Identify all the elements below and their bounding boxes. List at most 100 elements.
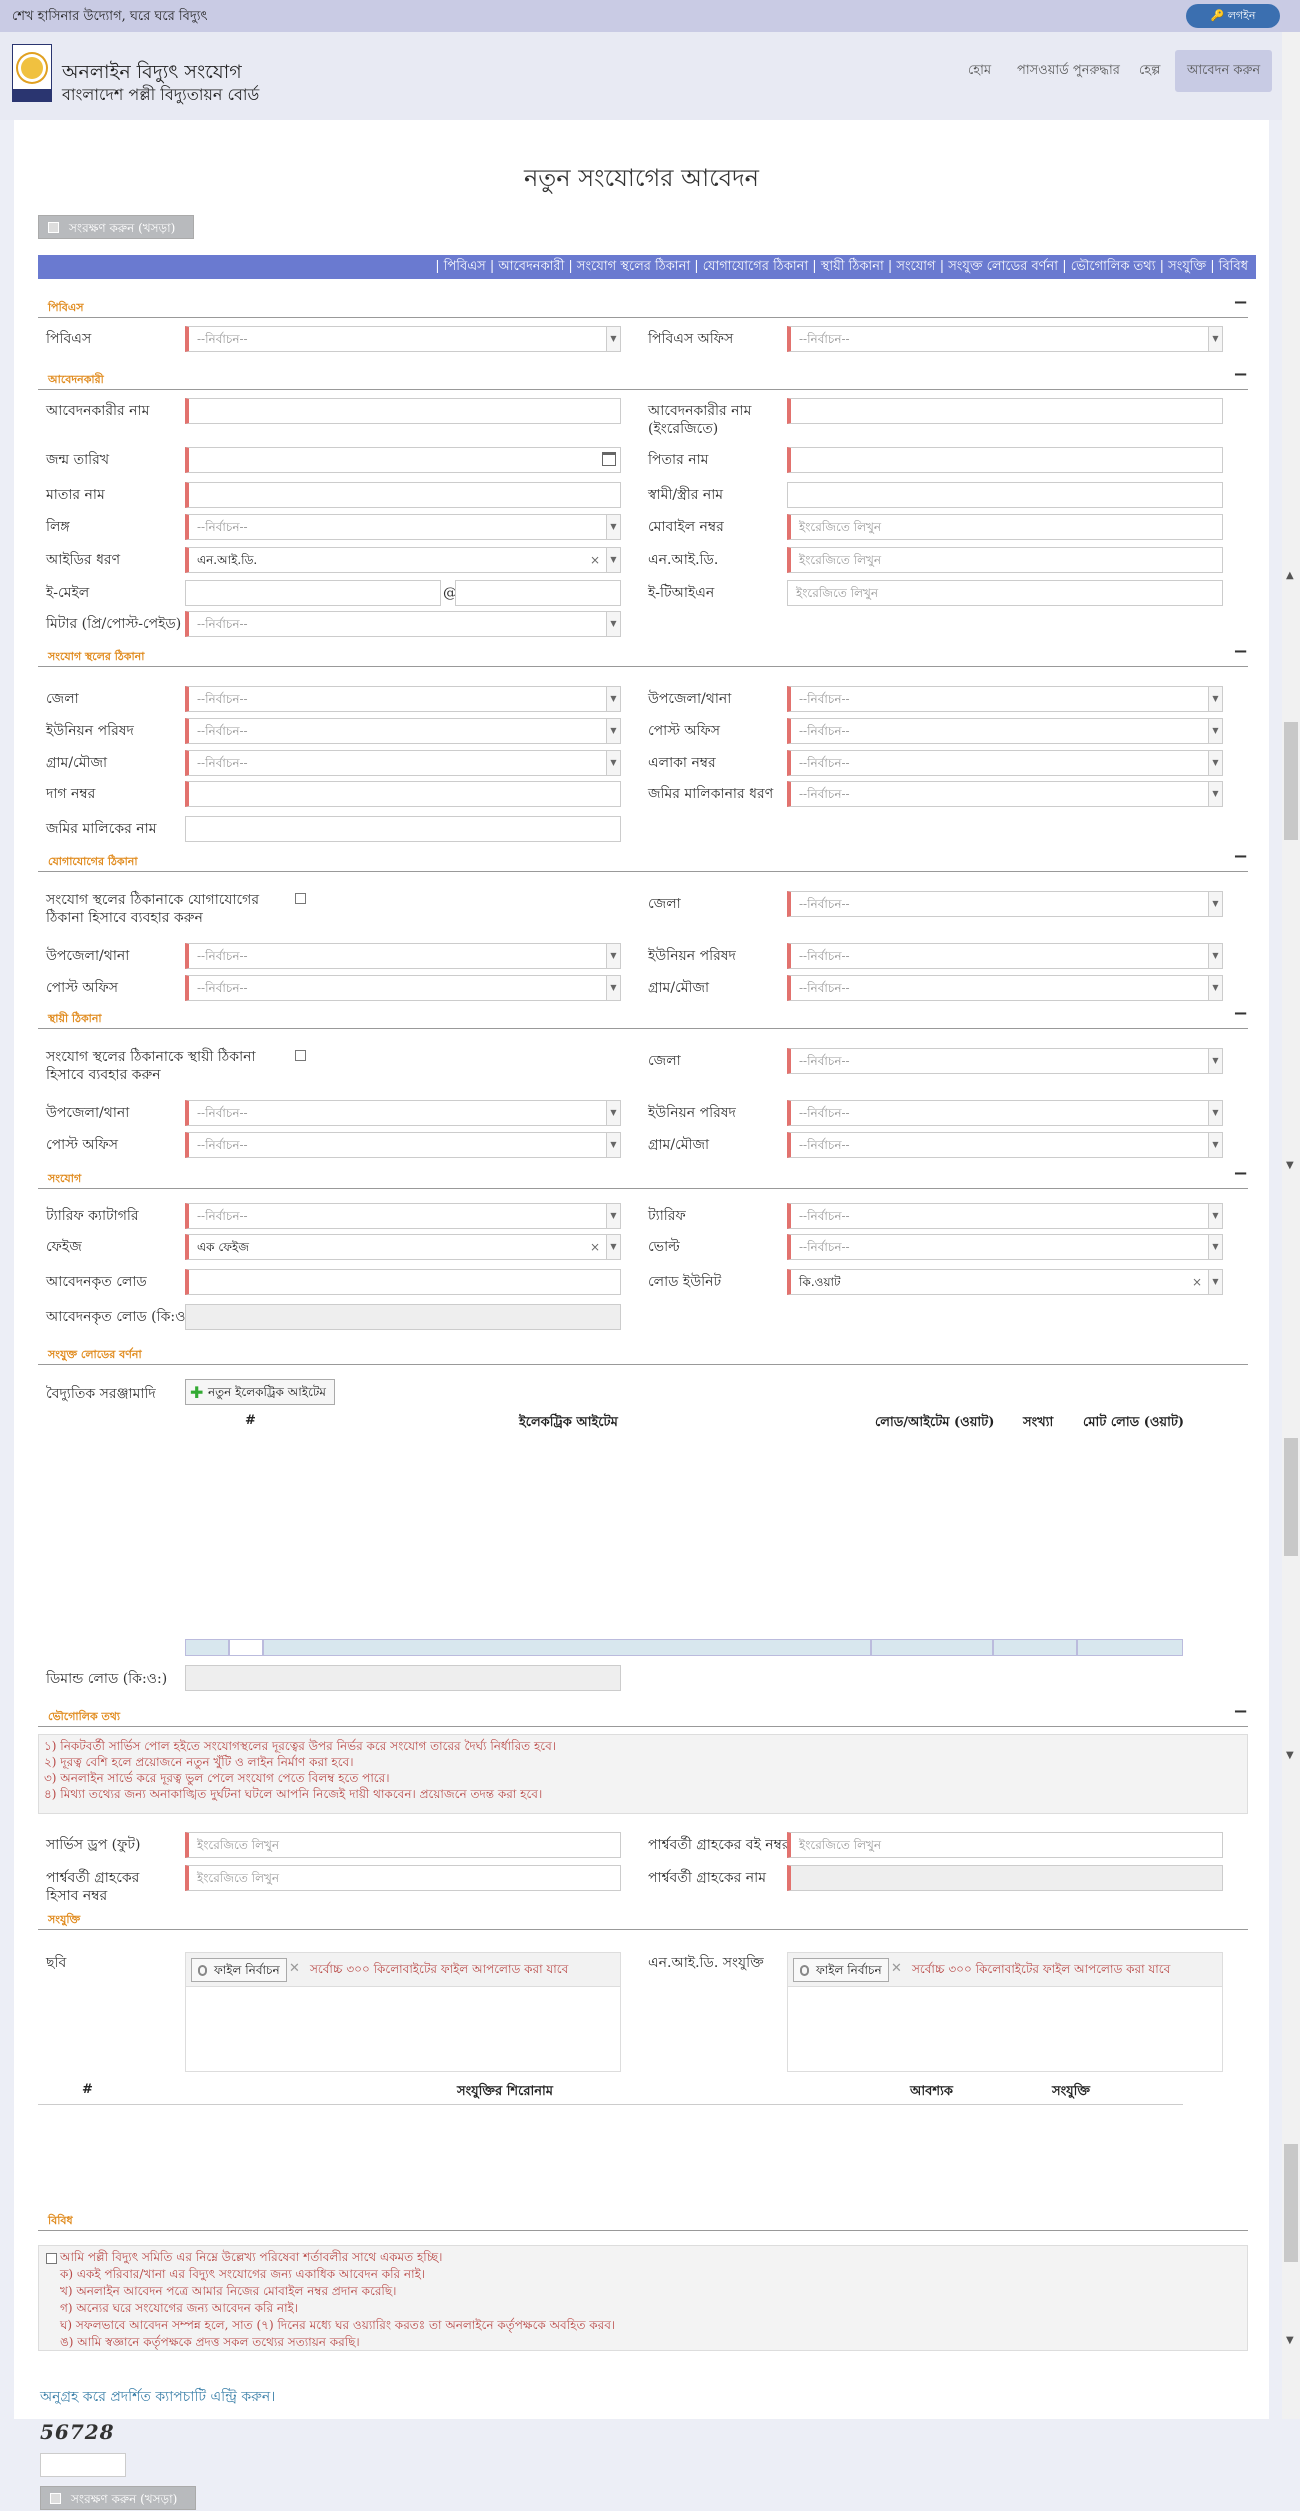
mother-input[interactable] <box>185 482 621 508</box>
section-attachments: সংযুক্তি <box>38 1910 1248 1930</box>
tariff-select[interactable]: --নির্বাচন-- ▼ <box>787 1203 1223 1229</box>
conn-union-select[interactable]: --নির্বাচন-- ▼ <box>185 718 621 744</box>
nav-home[interactable]: হোম <box>968 50 991 92</box>
perm-post-select[interactable]: --নির্বাচন-- ▼ <box>185 1132 621 1158</box>
contact-same-checkbox[interactable] <box>295 893 306 904</box>
contact-village-select[interactable]: --নির্বাচন-- ▼ <box>787 975 1223 1001</box>
nid-input[interactable]: ইংরেজিতে লিখুন <box>787 547 1223 573</box>
contact-post-select[interactable]: --নির্বাচন-- ▼ <box>185 975 621 1001</box>
agree-text: আমি পল্লী বিদ্যুৎ সমিতি এর নিম্নে উল্লেখ… <box>60 2250 443 2264</box>
spouse-input[interactable] <box>787 482 1223 508</box>
email-domain-input[interactable] <box>455 580 621 606</box>
scroll-down-icon[interactable]: ▼ <box>1286 2335 1294 2346</box>
attach-col-title: সংযুক্তির শিরোনাম <box>457 2084 553 2099</box>
applicant-name-input[interactable] <box>185 398 621 424</box>
volt-select[interactable]: --নির্বাচন-- ▼ <box>787 1234 1223 1260</box>
geo-note: ১) নিকটবর্তী সার্ভিস পোল হইতে সংযোগস্থলে… <box>44 1739 557 1753</box>
nid-choose-button[interactable]: ফাইল নির্বাচন <box>793 1958 889 1982</box>
nav-password-recovery[interactable]: পাসওয়ার্ড পুনরুদ্ধার <box>1017 50 1120 92</box>
perm-district-select[interactable]: --নির্বাচন-- ▼ <box>787 1048 1223 1074</box>
term-item: গ) অন্যের ঘরে সংযোগের জন্য আবেদন করি নাই… <box>60 2301 299 2315</box>
email-user-input[interactable] <box>185 580 441 606</box>
tariff-category-label: ট্যারিফ ক্যাটাগরি <box>46 1208 139 1224</box>
nid-upload-box[interactable]: ফাইল নির্বাচন ✕ সর্বোচ্চ ৩০০ কিলোবাইটের … <box>787 1952 1223 2072</box>
applicant-name-en-input[interactable] <box>787 398 1223 424</box>
mobile-label: মোবাইল নম্বর <box>648 519 724 535</box>
section-tabs[interactable]: | পিবিএস | আবেদনকারী | সংযোগ স্থলের ঠিকা… <box>38 255 1256 279</box>
conn-upazila-select[interactable]: --নির্বাচন-- ▼ <box>787 686 1223 712</box>
load-input[interactable] <box>185 1269 621 1295</box>
contact-union-select[interactable]: --নির্বাচন-- ▼ <box>787 943 1223 969</box>
dag-label: দাগ নম্বর <box>46 786 96 802</box>
conn-area-select[interactable]: --নির্বাচন-- ▼ <box>787 750 1223 776</box>
equipment-label: বৈদ্যুতিক সরঞ্জামাদি <box>46 1386 156 1402</box>
photo-upload-box[interactable]: ফাইল নির্বাচন ✕ সর্বোচ্চ ৩০০ কিলোবাইটের … <box>185 1952 621 2072</box>
slogan: শেখ হাসিনার উদ্যোগ, ঘরে ঘরে বিদ্যুৎ <box>12 9 208 24</box>
gender-select[interactable]: --নির্বাচন-- ▼ <box>185 514 621 540</box>
save-icon <box>48 222 59 233</box>
scrollbar-thumb[interactable] <box>1284 722 1298 840</box>
pbs-select[interactable]: --নির্বাচন-- ▼ <box>185 326 621 352</box>
grid-footer-cell <box>229 1639 263 1656</box>
site-subtitle: বাংলাদেশ পল্লী বিদ্যুতায়ন বোর্ড <box>62 85 260 104</box>
scrollbar-thumb[interactable] <box>1284 1438 1298 1556</box>
pbs-office-select[interactable]: --নির্বাচন-- ▼ <box>787 326 1223 352</box>
perm-same-checkbox[interactable] <box>295 1050 306 1061</box>
contact-upazila-select[interactable]: --নির্বাচন-- ▼ <box>185 943 621 969</box>
ownership-select[interactable]: --নির্বাচন-- ▼ <box>787 781 1223 807</box>
grid-footer-cell <box>263 1639 871 1656</box>
service-drop-input[interactable]: ইংরেজিতে লিখুন <box>185 1832 621 1858</box>
scroll-down-icon[interactable]: ▼ <box>1286 1160 1294 1171</box>
father-input[interactable] <box>787 447 1223 473</box>
login-button[interactable]: 🔑 লগইন <box>1186 4 1280 28</box>
grid-footer-cell <box>993 1639 1077 1656</box>
perm-upazila-label: উপজেলা/থানা <box>46 1105 130 1121</box>
paperclip-icon <box>198 1965 207 1976</box>
conn-village-select[interactable]: --নির্বাচন-- ▼ <box>185 750 621 776</box>
meter-select[interactable]: --নির্বাচন-- ▼ <box>185 611 621 637</box>
neighbor-acc-label: পার্শ্ববর্তী গ্রাহকের হিসাব নম্বর <box>46 1870 140 1904</box>
contact-district-select[interactable]: --নির্বাচন-- ▼ <box>787 891 1223 917</box>
scrollbar-thumb[interactable] <box>1284 2144 1298 2262</box>
photo-choose-button[interactable]: ফাইল নির্বাচন <box>191 1958 287 1982</box>
save-draft-button[interactable]: সংরক্ষণ করুন (খসড়া) <box>38 215 194 239</box>
scroll-down-icon[interactable]: ▼ <box>1286 1750 1294 1761</box>
nav-help[interactable]: হেল্প <box>1139 50 1160 92</box>
nav-apply[interactable]: আবেদন করুন <box>1175 50 1273 92</box>
nid-attach-label: এন.আই.ডি. সংযুক্তি <box>648 1955 764 1971</box>
scroll-up-icon[interactable]: ▲ <box>1286 570 1294 581</box>
section-geo: ভৌগোলিক তথ্য − <box>38 1701 1248 1727</box>
owner-input[interactable] <box>185 816 621 842</box>
pbs-logo-icon <box>12 44 52 102</box>
save-icon <box>50 2493 61 2504</box>
add-item-button[interactable]: ✚ নতুন ইলেকট্রিক আইটেম <box>185 1379 335 1405</box>
perm-village-select[interactable]: --নির্বাচন-- ▼ <box>787 1132 1223 1158</box>
clear-icon[interactable]: ✕ <box>891 1961 902 1976</box>
conn-upazila-label: উপজেলা/থানা <box>648 691 732 707</box>
conn-district-select[interactable]: --নির্বাচন-- ▼ <box>185 686 621 712</box>
neighbor-acc-input[interactable]: ইংরেজিতে লিখুন <box>185 1865 621 1891</box>
conn-post-select[interactable]: --নির্বাচন-- ▼ <box>787 718 1223 744</box>
neighbor-book-input[interactable]: ইংরেজিতে লিখুন <box>787 1832 1223 1858</box>
contact-post-label: পোস্ট অফিস <box>46 980 119 996</box>
geo-note: ৪) মিথ্যা তথ্যের জন্য অনাকাঙ্খিত দুর্ঘটন… <box>44 1787 543 1801</box>
clear-icon[interactable]: ✕ <box>289 1961 300 1976</box>
id-type-select[interactable]: এন.আই.ডি. × ▼ <box>185 547 621 573</box>
col-number: # <box>245 1413 256 1428</box>
gender-label: লিঙ্গ <box>46 519 70 535</box>
tariff-category-select[interactable]: --নির্বাচন-- ▼ <box>185 1203 621 1229</box>
dob-input[interactable] <box>185 447 621 473</box>
tin-input[interactable]: ইংরেজিতে লিখুন <box>787 580 1223 606</box>
perm-union-select[interactable]: --নির্বাচন-- ▼ <box>787 1100 1223 1126</box>
load-unit-select[interactable]: কি.ওয়াট × ▼ <box>787 1269 1223 1295</box>
phase-select[interactable]: এক ফেইজ × ▼ <box>185 1234 621 1260</box>
dag-input[interactable] <box>185 781 621 807</box>
scrollbar[interactable] <box>1282 32 1300 2419</box>
perm-upazila-select[interactable]: --নির্বাচন-- ▼ <box>185 1100 621 1126</box>
captcha-input[interactable] <box>40 2453 126 2477</box>
nid-label: এন.আই.ডি. <box>648 552 719 568</box>
agree-checkbox[interactable] <box>46 2253 57 2264</box>
mobile-input[interactable]: ইংরেজিতে লিখুন <box>787 514 1223 540</box>
save-draft-button-bottom[interactable]: সংরক্ষণ করুন (খসড়া) <box>40 2486 196 2510</box>
neighbor-name-field <box>787 1865 1223 1891</box>
